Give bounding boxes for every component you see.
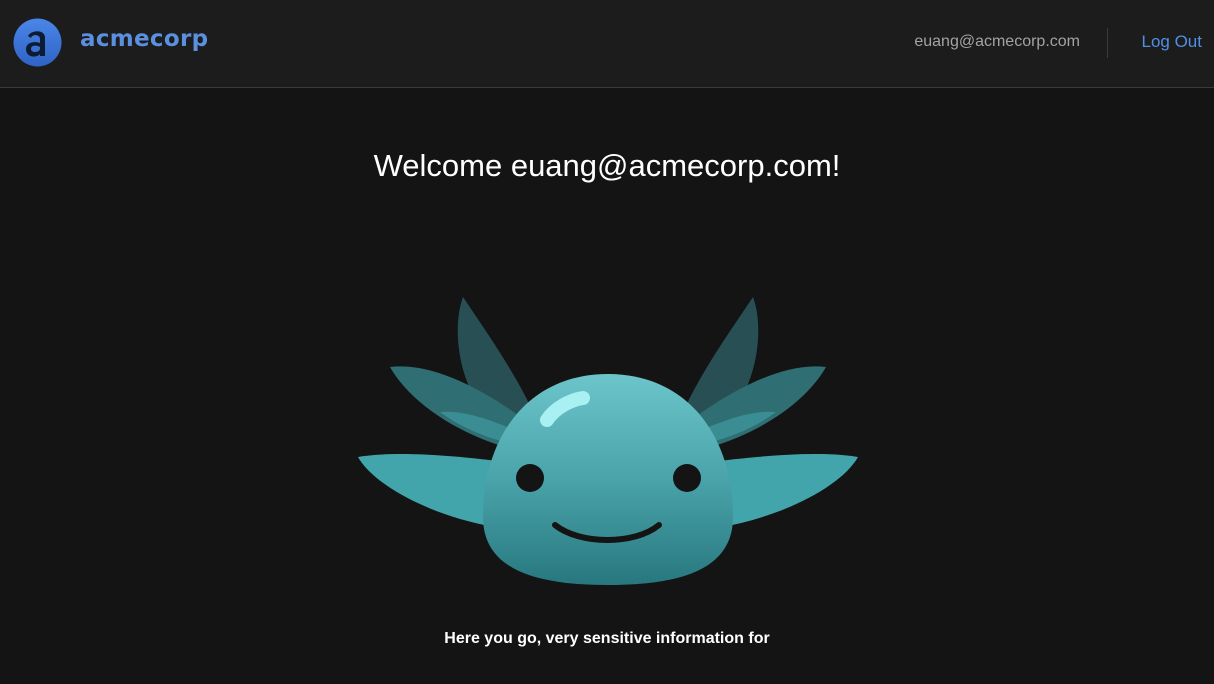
axolotl-mascot-icon [358,297,858,585]
top-header: acmecorp euang@acmecorp.com Log Out [0,0,1214,88]
brand-name[interactable]: acmecorp [80,26,208,52]
header-divider [1107,28,1108,58]
sensitive-info-text: Here you go, very sensitive information … [444,630,770,647]
welcome-heading: Welcome euang@acmecorp.com! [373,148,841,183]
logout-link[interactable]: Log Out [1142,32,1203,52]
acmecorp-logo-icon[interactable] [13,18,62,67]
user-email: euang@acmecorp.com [914,33,1080,50]
